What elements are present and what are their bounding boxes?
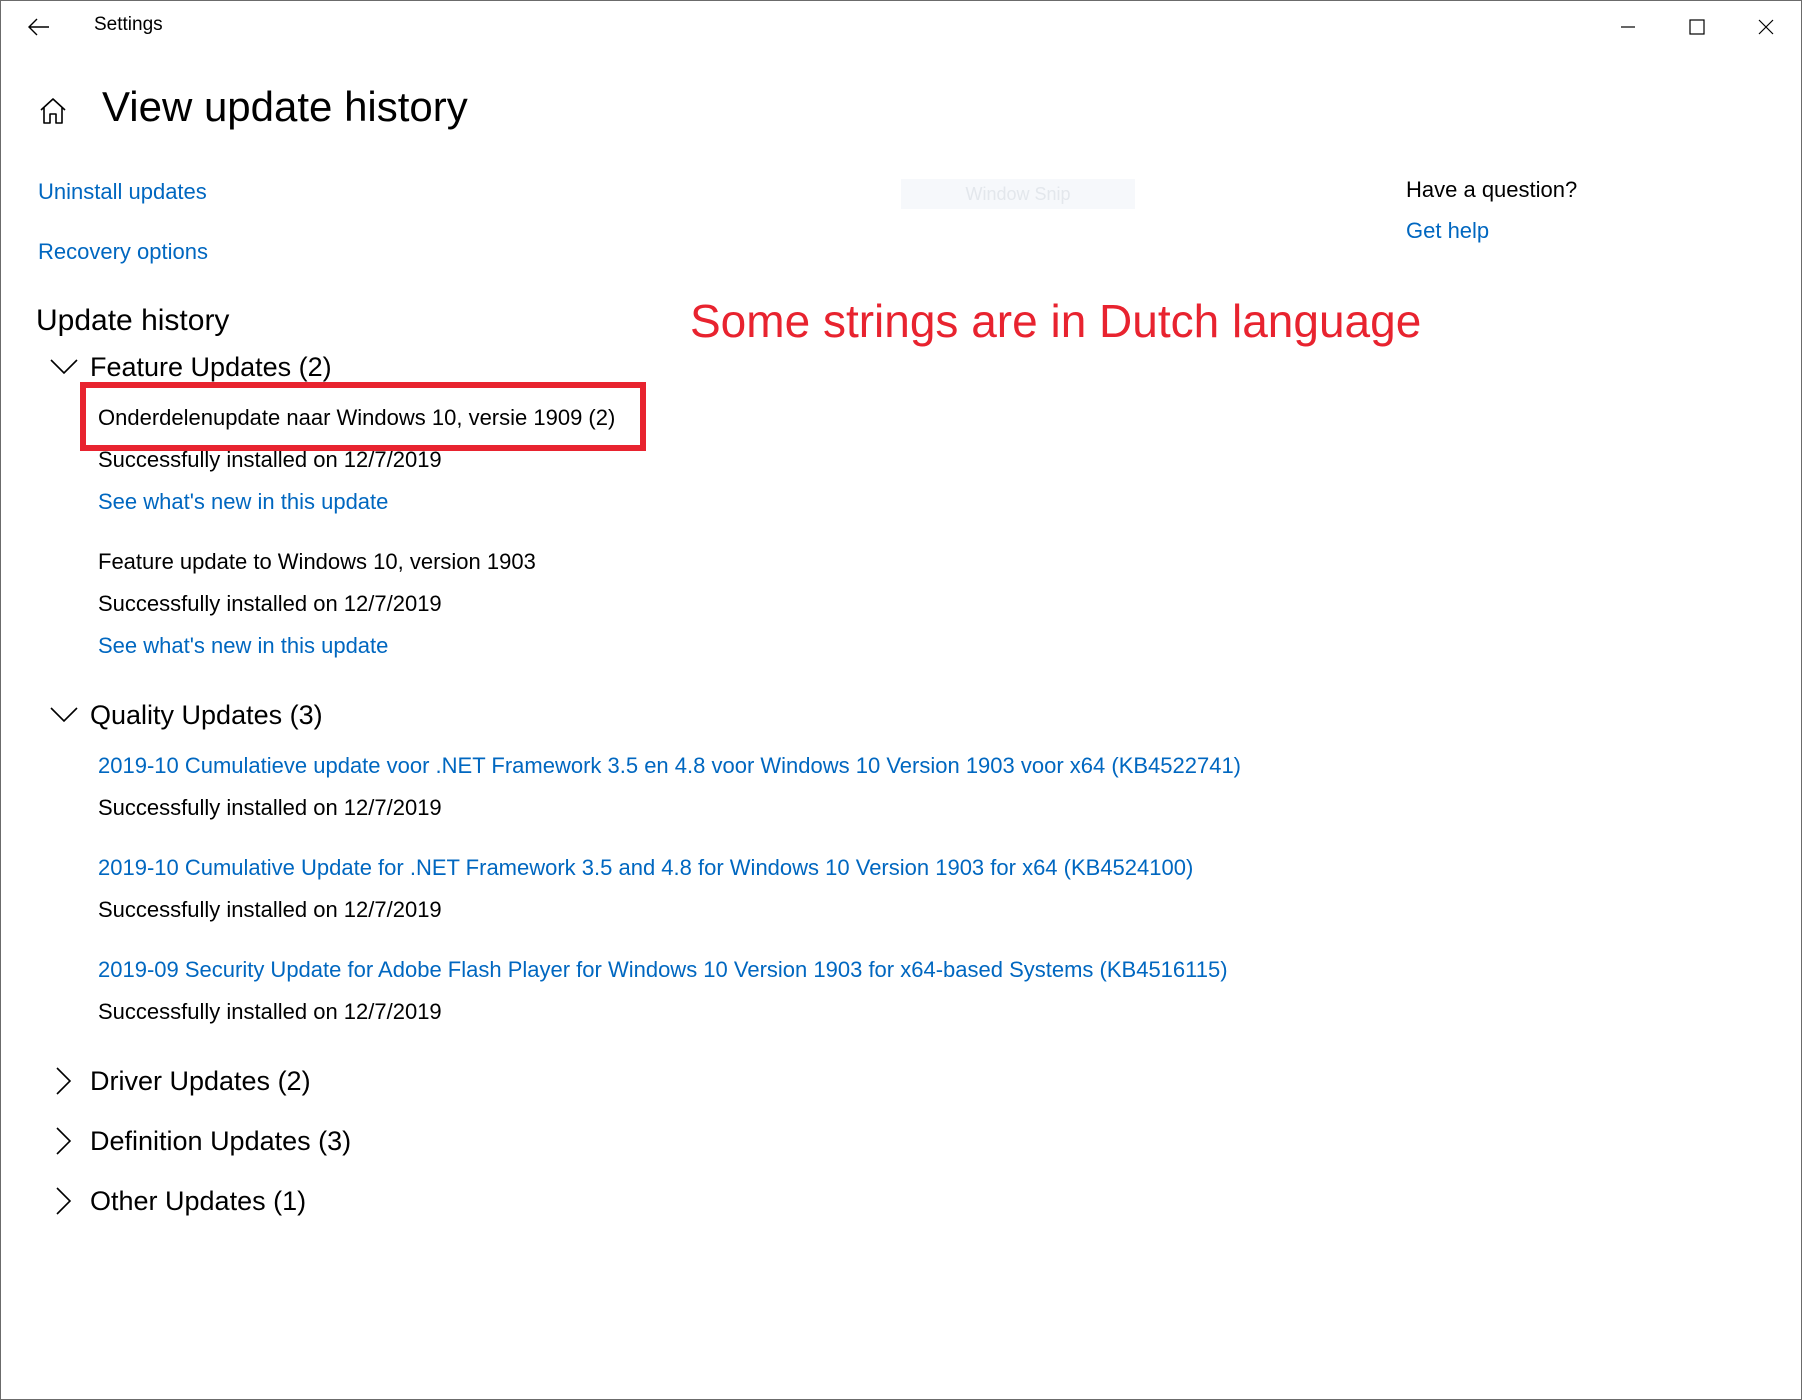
title-bar: Settings xyxy=(1,1,1801,53)
minimize-icon xyxy=(1621,26,1635,28)
annotation-text: Some strings are in Dutch language xyxy=(690,295,1422,347)
question-heading: Have a question? xyxy=(1406,177,1578,202)
chevron-down-icon xyxy=(46,697,82,733)
uninstall-updates-link[interactable]: Uninstall updates xyxy=(38,179,207,205)
home-icon xyxy=(40,98,66,124)
page-title: View update history xyxy=(102,83,468,130)
other-updates-group[interactable]: Other Updates (1) xyxy=(46,1181,306,1221)
settings-window: Settings View update history Uninstall u… xyxy=(0,0,1802,1400)
quality-updates-group[interactable]: Quality Updates (3) xyxy=(46,695,323,735)
chevron-right-icon xyxy=(46,1123,82,1159)
chevron-right-icon xyxy=(46,1183,82,1219)
update-item-title: Onderdelenupdate naar Windows 10, versie… xyxy=(98,405,616,430)
update-item-status: Successfully installed on 12/7/2019 xyxy=(98,999,442,1024)
back-button[interactable] xyxy=(19,9,59,45)
chevron-down-icon xyxy=(46,349,82,385)
update-item-link[interactable]: 2019-10 Cumulatieve update voor .NET Fra… xyxy=(98,753,1241,779)
window-snip-watermark: Window Snip xyxy=(901,179,1135,209)
minimize-button[interactable] xyxy=(1598,5,1658,49)
chevron-right-icon xyxy=(46,1063,82,1099)
feature-updates-group[interactable]: Feature Updates (2) xyxy=(46,347,332,387)
group-label: Other Updates (1) xyxy=(90,1185,307,1216)
back-arrow-icon xyxy=(28,18,49,36)
update-item-title: Feature update to Windows 10, version 19… xyxy=(98,549,536,574)
recovery-options-link[interactable]: Recovery options xyxy=(38,239,208,265)
group-label: Quality Updates (3) xyxy=(90,699,323,730)
close-icon xyxy=(1758,19,1774,35)
see-whats-new-link[interactable]: See what's new in this update xyxy=(98,633,388,659)
maximize-button[interactable] xyxy=(1667,5,1727,49)
group-label: Driver Updates (2) xyxy=(90,1065,311,1096)
update-item-status: Successfully installed on 12/7/2019 xyxy=(98,591,442,616)
update-item-link[interactable]: 2019-09 Security Update for Adobe Flash … xyxy=(98,957,1228,983)
definition-updates-group[interactable]: Definition Updates (3) xyxy=(46,1121,351,1161)
get-help-link[interactable]: Get help xyxy=(1406,218,1489,244)
home-button[interactable] xyxy=(35,93,71,129)
group-label: Feature Updates (2) xyxy=(90,351,332,382)
group-label: Definition Updates (3) xyxy=(90,1125,352,1156)
update-history-title: Update history xyxy=(36,304,230,337)
driver-updates-group[interactable]: Driver Updates (2) xyxy=(46,1061,311,1101)
update-item-link[interactable]: 2019-10 Cumulative Update for .NET Frame… xyxy=(98,855,1193,881)
update-item-status: Successfully installed on 12/7/2019 xyxy=(98,447,442,472)
close-button[interactable] xyxy=(1736,5,1796,49)
maximize-icon xyxy=(1689,19,1705,35)
window-title: Settings xyxy=(94,14,163,35)
see-whats-new-link[interactable]: See what's new in this update xyxy=(98,489,388,515)
update-item-status: Successfully installed on 12/7/2019 xyxy=(98,897,442,922)
update-item-status: Successfully installed on 12/7/2019 xyxy=(98,795,442,820)
